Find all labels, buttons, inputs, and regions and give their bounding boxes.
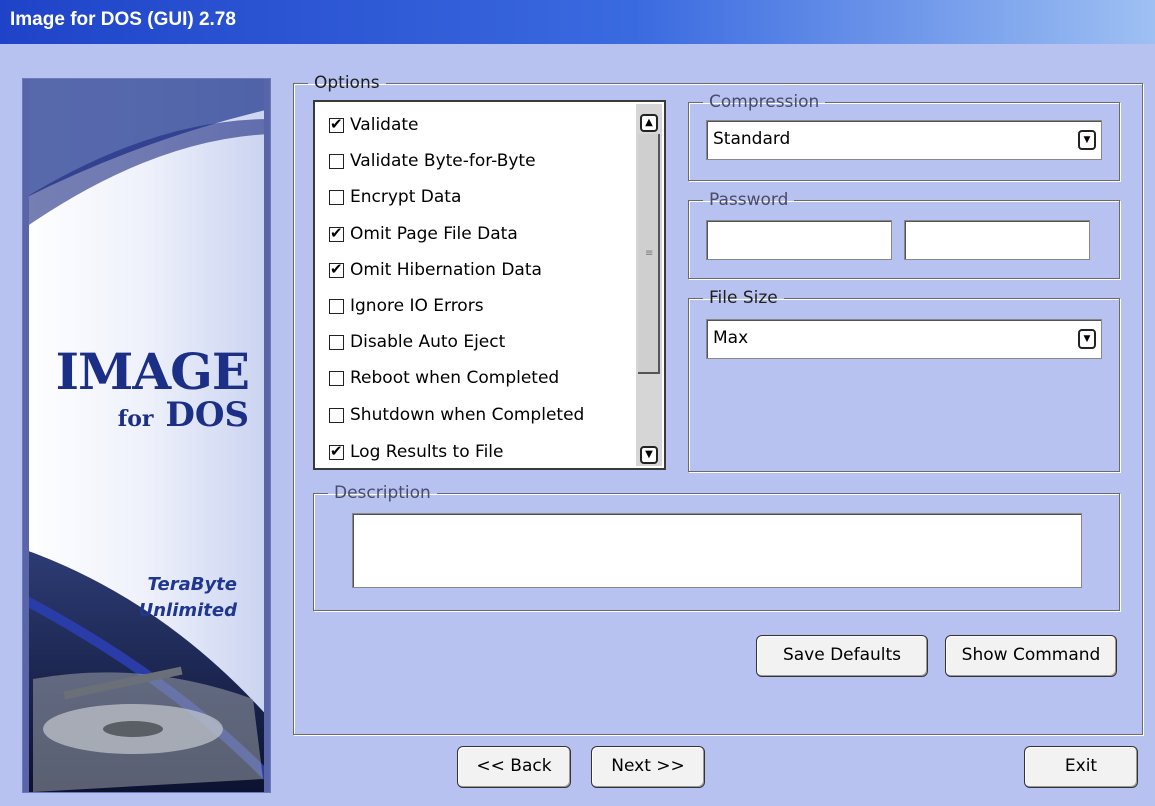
app-window: Image for DOS (GUI) 2.78 IMAGE for DOS T…: [0, 0, 1155, 806]
password-confirm-field[interactable]: [904, 220, 1090, 260]
option-ignore-io-errors[interactable]: Ignore IO Errors: [329, 294, 484, 318]
option-disable-auto-eject[interactable]: Disable Auto Eject: [329, 330, 505, 354]
description-legend: Description: [334, 483, 431, 503]
save-defaults-label: Save Defaults: [782, 645, 902, 665]
next-button[interactable]: Next >>: [591, 746, 705, 788]
compression-select[interactable]: Standard ▼: [706, 120, 1102, 160]
options-legend: Options: [314, 73, 380, 93]
option-label: Disable Auto Eject: [350, 332, 506, 352]
option-log-results[interactable]: Log Results to File: [329, 440, 503, 464]
product-banner: IMAGE for DOS TeraByte Unlimited: [22, 78, 271, 793]
option-label: Validate Byte-for-Byte: [350, 151, 536, 171]
disable-auto-eject-checkbox[interactable]: [329, 334, 344, 350]
ignore-io-errors-checkbox[interactable]: [329, 298, 344, 314]
option-shutdown-when-completed[interactable]: Shutdown when Completed: [329, 403, 584, 427]
banner-vendor-line1: TeraByte: [147, 574, 237, 595]
banner-title-dos: DOS: [165, 395, 249, 435]
description-input[interactable]: [352, 513, 1082, 588]
file-size-value: Max: [713, 328, 749, 348]
next-label: Next >>: [611, 756, 685, 776]
show-command-button[interactable]: Show Command: [945, 635, 1117, 677]
save-defaults-button[interactable]: Save Defaults: [756, 635, 928, 677]
option-validate-byte[interactable]: Validate Byte-for-Byte: [329, 149, 536, 173]
log-results-checkbox[interactable]: [329, 442, 344, 460]
option-label: Ignore IO Errors: [350, 296, 484, 316]
banner-title-for-dos: for DOS: [23, 397, 249, 437]
option-encrypt-data[interactable]: Encrypt Data: [329, 185, 461, 209]
option-label: Encrypt Data: [350, 187, 462, 207]
title-bar[interactable]: Image for DOS (GUI) 2.78: [0, 0, 1155, 44]
file-size-legend: File Size: [709, 288, 778, 308]
banner-title-for: for: [117, 406, 154, 432]
options-listbox[interactable]: Validate Validate Byte-for-Byte Encrypt …: [313, 100, 666, 470]
option-label: Omit Hibernation Data: [350, 260, 542, 280]
option-label: Validate: [350, 115, 419, 135]
file-size-group: File Size: [688, 288, 1120, 472]
option-validate[interactable]: Validate: [329, 113, 419, 137]
file-size-select[interactable]: Max ▼: [706, 319, 1102, 359]
password-legend: Password: [709, 190, 789, 210]
shutdown-checkbox[interactable]: [329, 407, 344, 423]
option-label: Log Results to File: [350, 442, 504, 462]
exit-button[interactable]: Exit: [1024, 746, 1138, 788]
compression-legend: Compression: [709, 92, 820, 112]
grip-icon: ≡: [645, 248, 654, 259]
option-label: Shutdown when Completed: [350, 405, 585, 425]
compression-value: Standard: [713, 129, 791, 149]
option-omit-page-file[interactable]: Omit Page File Data: [329, 222, 518, 246]
show-command-label: Show Command: [961, 645, 1101, 665]
banner-vendor: TeraByte Unlimited: [23, 572, 237, 624]
password-field[interactable]: [706, 220, 892, 260]
encrypt-data-checkbox[interactable]: [329, 189, 344, 205]
omit-page-file-checkbox[interactable]: [329, 224, 344, 242]
option-omit-hibernation[interactable]: Omit Hibernation Data: [329, 258, 542, 282]
exit-label: Exit: [1064, 756, 1098, 776]
scrollbar-thumb[interactable]: ≡: [638, 134, 660, 374]
options-scrollbar[interactable]: ▲ ≡ ▼: [636, 104, 662, 466]
omit-hibernation-checkbox[interactable]: [329, 260, 344, 278]
validate-checkbox[interactable]: [329, 115, 344, 133]
back-button[interactable]: << Back: [457, 746, 571, 788]
option-label: Omit Page File Data: [350, 224, 518, 244]
reboot-checkbox[interactable]: [329, 370, 344, 386]
back-label: << Back: [476, 756, 552, 776]
banner-vendor-line2: Unlimited: [138, 600, 237, 621]
option-label: Reboot when Completed: [350, 368, 560, 388]
scroll-down-arrow-icon[interactable]: ▼: [640, 446, 658, 464]
banner-title-image: IMAGE: [55, 342, 250, 401]
scroll-up-arrow-icon[interactable]: ▲: [640, 114, 658, 132]
chevron-down-icon[interactable]: ▼: [1078, 329, 1096, 349]
option-reboot-when-completed[interactable]: Reboot when Completed: [329, 366, 559, 390]
chevron-down-icon[interactable]: ▼: [1078, 130, 1096, 150]
window-title: Image for DOS (GUI) 2.78: [10, 9, 236, 30]
validate-byte-checkbox[interactable]: [329, 153, 344, 169]
